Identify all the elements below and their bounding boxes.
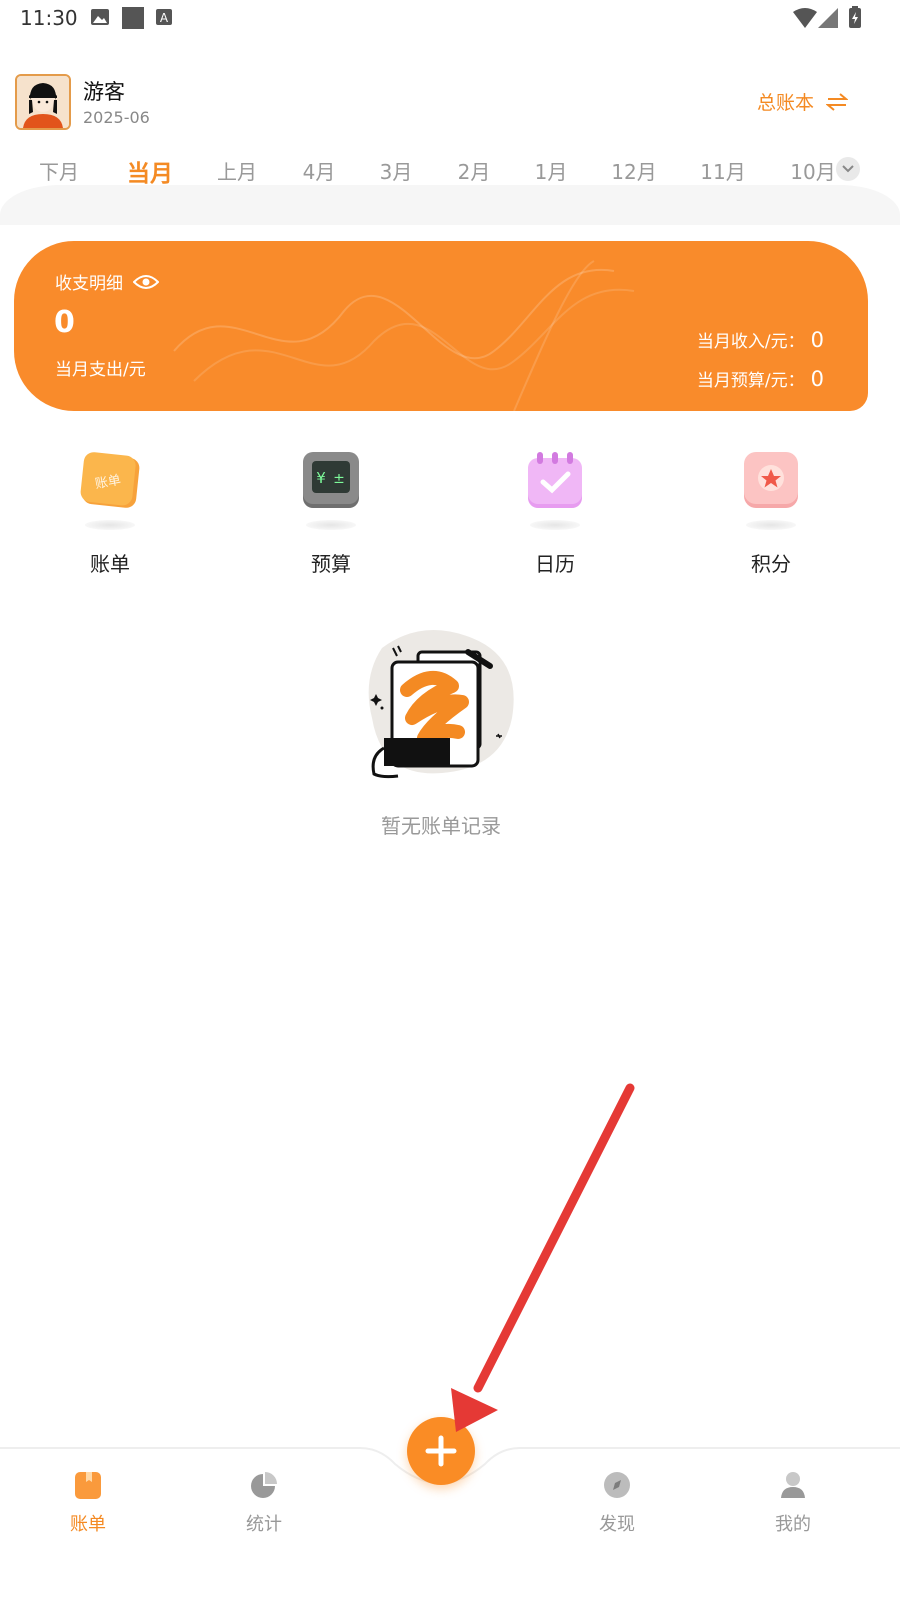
nav-item-mine[interactable]: 我的: [743, 1470, 843, 1536]
month-income-value: 0: [810, 328, 824, 352]
month-budget-value: 0: [810, 367, 824, 391]
quick-action-label: 日历: [535, 552, 575, 576]
budget-icon-shadow: [306, 520, 356, 530]
tab-current-month[interactable]: 当月: [127, 154, 173, 188]
month-income-label: 当月收入/元：: [696, 332, 805, 352]
signal-icon: [818, 8, 838, 28]
empty-state-text: 暂无账单记录: [381, 814, 501, 838]
status-bar: 11:30 A: [0, 0, 900, 40]
compass-icon: [604, 1472, 630, 1498]
quick-action-label: 账单: [90, 552, 130, 576]
username: 游客: [83, 80, 125, 104]
tab-next-month[interactable]: 下月: [39, 156, 79, 185]
summary-title-text: 收支明细: [55, 274, 123, 294]
calculator-icon: ¥ ±: [303, 452, 359, 508]
month-budget-row: 当月预算/元： 0: [697, 366, 824, 391]
chevron-down-icon: [842, 165, 854, 173]
svg-text:±: ±: [333, 471, 345, 487]
quick-action-calendar[interactable]: 日历: [495, 448, 615, 577]
quick-action-points[interactable]: 积分: [711, 448, 831, 577]
avatar-image: [17, 76, 69, 128]
user-icon: [781, 1472, 805, 1498]
ledger-switch-label: 总账本: [756, 92, 814, 114]
bill-nav-icon: [75, 1472, 101, 1499]
nav-label: 统计: [246, 1514, 282, 1535]
more-months-button[interactable]: [836, 157, 860, 181]
nav-label: 发现: [599, 1514, 635, 1535]
month-income-row: 当月收入/元： 0: [697, 327, 824, 352]
wifi-icon: [793, 8, 817, 28]
image-icon: [91, 9, 109, 25]
tab-month-2[interactable]: 2月: [458, 156, 491, 185]
tab-month-10[interactable]: 10月: [790, 156, 835, 185]
bill-icon: 账单: [80, 452, 140, 508]
quick-action-label: 积分: [751, 552, 791, 576]
header-divider: [0, 185, 900, 225]
avatar[interactable]: [15, 74, 71, 130]
eye-icon[interactable]: [133, 274, 159, 290]
bill-icon-shadow: [85, 520, 135, 530]
nav-item-discover[interactable]: 发现: [567, 1470, 667, 1536]
pie-chart-icon: [251, 1472, 277, 1498]
quick-action-label: 预算: [311, 552, 351, 576]
points-icon-shadow: [746, 520, 796, 530]
month-expense-value: 0: [54, 305, 75, 340]
svg-text:A: A: [160, 11, 169, 25]
summary-card[interactable]: 收支明细 0 当月支出/元 当月收入/元： 0 当月预算/元： 0: [14, 241, 868, 411]
nav-item-stats[interactable]: 统计: [214, 1470, 314, 1536]
svg-text:¥: ¥: [316, 469, 326, 487]
tab-month-11[interactable]: 11月: [700, 156, 745, 185]
nav-label: 账单: [70, 1514, 106, 1535]
month-budget-label: 当月预算/元：: [696, 371, 805, 391]
tab-month-4[interactable]: 4月: [303, 156, 336, 185]
tab-month-3[interactable]: 3月: [380, 156, 413, 185]
add-record-button[interactable]: [407, 1417, 475, 1485]
month-expense-label: 当月支出/元: [55, 360, 146, 380]
a-icon: A: [156, 9, 172, 25]
status-time: 11:30: [20, 6, 78, 30]
tab-last-month[interactable]: 上月: [217, 156, 257, 185]
swap-icon: [826, 92, 848, 111]
annotation-arrow: [451, 1083, 635, 1432]
plus-icon: [425, 1435, 457, 1467]
summary-title: 收支明细: [55, 269, 159, 294]
ledger-switch-button[interactable]: 总账本: [757, 88, 848, 115]
tab-month-12[interactable]: 12月: [611, 156, 656, 185]
calendar-icon: [528, 452, 582, 508]
calendar-icon-shadow: [530, 520, 580, 530]
empty-bill-illustration: [368, 630, 514, 779]
battery-icon: [849, 6, 861, 28]
quick-action-budget[interactable]: ¥ ± 预算: [271, 448, 391, 577]
current-period: 2025-06: [83, 108, 150, 127]
nav-item-bill[interactable]: 账单: [38, 1470, 138, 1536]
tab-month-1[interactable]: 1月: [535, 156, 568, 185]
quick-action-bill[interactable]: 账单 账单: [50, 448, 170, 577]
square-icon: [122, 7, 144, 29]
nav-label: 我的: [775, 1514, 811, 1535]
points-icon: [744, 452, 798, 508]
